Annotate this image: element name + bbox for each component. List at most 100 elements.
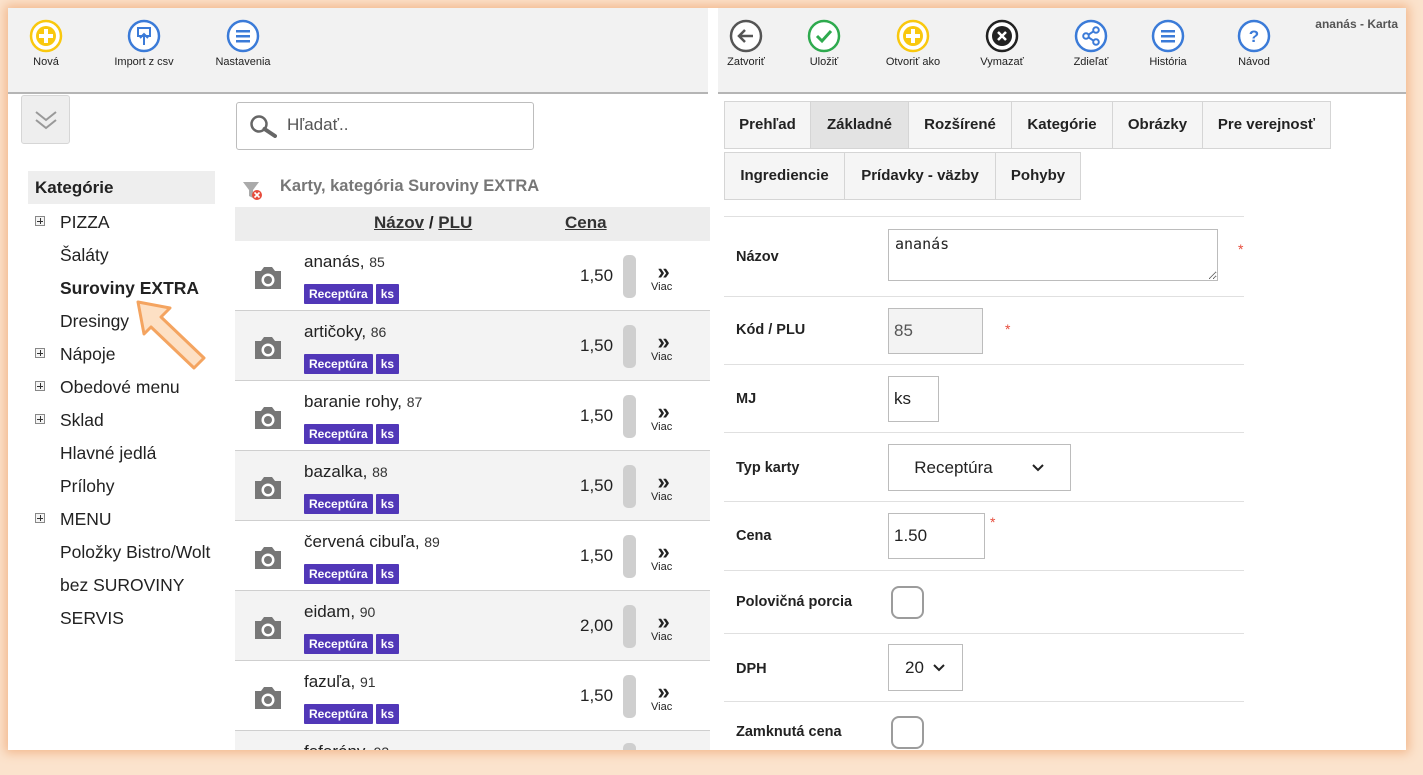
expand-plus-icon[interactable]: [35, 513, 45, 523]
more-label: Viac: [651, 421, 673, 433]
tab-zakladne[interactable]: Základné: [810, 101, 909, 149]
more-button[interactable]: » Viac: [651, 681, 672, 714]
help-button[interactable]: ? Návod: [1214, 19, 1294, 68]
camera-icon[interactable]: [252, 615, 284, 646]
open-as-button[interactable]: Otvoriť ako: [873, 19, 953, 68]
card-price: 1,50: [580, 406, 614, 425]
more-button[interactable]: » Viac: [651, 611, 672, 644]
search-input[interactable]: [287, 115, 522, 135]
form-row-price: Cena *: [724, 501, 1244, 570]
sidebar-category-item[interactable]: Obedové menu: [8, 371, 238, 403]
more-button[interactable]: » Viac: [651, 471, 672, 504]
tab-pridavky[interactable]: Prídavky - väzby: [844, 152, 996, 200]
more-button[interactable]: » Viac: [651, 261, 672, 294]
drag-handle[interactable]: [623, 255, 636, 298]
sidebar-category-item[interactable]: SERVIS: [8, 602, 238, 634]
more-button[interactable]: » Viac: [651, 331, 672, 364]
sidebar-category-item[interactable]: bez SUROVINY: [8, 569, 238, 601]
card-list-row[interactable]: ananás, 85 Receptúra ks 1,50 » Viac: [235, 241, 710, 311]
card-plu: 86: [370, 324, 387, 340]
drag-handle[interactable]: [623, 395, 636, 438]
camera-icon[interactable]: [252, 685, 284, 716]
card-badge: Receptúra: [304, 354, 373, 374]
sidebar-category-item[interactable]: Položky Bistro/Wolt: [8, 536, 238, 568]
half-portion-checkbox[interactable]: [891, 586, 924, 619]
share-button[interactable]: Zdieľať: [1051, 19, 1131, 68]
tab-kategorie[interactable]: Kategórie: [1011, 101, 1113, 149]
x-icon: [985, 19, 1019, 53]
card-plu: 91: [360, 674, 376, 690]
sort-plu-link[interactable]: PLU: [438, 213, 472, 232]
camera-icon[interactable]: [252, 405, 284, 436]
camera-icon[interactable]: [252, 475, 284, 506]
unit-field[interactable]: [888, 376, 939, 422]
sidebar-category-item[interactable]: Sklad: [8, 404, 238, 436]
sidebar-category-item[interactable]: MENU: [8, 503, 238, 535]
card-plu: 88: [372, 464, 388, 480]
delete-button[interactable]: Vymazať: [962, 19, 1042, 68]
settings-button[interactable]: Nastavenia: [203, 19, 283, 68]
camera-icon[interactable]: [252, 545, 284, 576]
card-price: 2,00: [580, 616, 614, 635]
card-list-row[interactable]: eidam, 90 Receptúra ks 2,00 » Viac: [235, 591, 710, 661]
card-list-row[interactable]: fazuľa, 91 Receptúra ks 1,50 » Viac: [235, 661, 710, 731]
card-list-row[interactable]: feferóny, 93: [235, 731, 710, 750]
tab-rozsirene[interactable]: Rozšírené: [908, 101, 1012, 149]
history-button[interactable]: História: [1128, 19, 1208, 68]
drag-handle[interactable]: [623, 325, 636, 368]
history-label: História: [1149, 56, 1187, 68]
card-price: 1,50: [580, 476, 614, 495]
close-button[interactable]: Zatvoriť: [706, 19, 786, 68]
camera-icon[interactable]: [252, 265, 284, 296]
card-badge: Receptúra: [304, 704, 373, 724]
code-label: Kód / PLU: [736, 322, 806, 338]
card-badges: Receptúra ks: [304, 634, 402, 654]
card-list-row[interactable]: baranie rohy, 87 Receptúra ks 1,50 » Viac: [235, 381, 710, 451]
double-chevron-right-icon: »: [657, 539, 669, 564]
expand-plus-icon[interactable]: [35, 348, 45, 358]
card-badge: ks: [375, 354, 400, 374]
name-field[interactable]: ananás: [888, 229, 1218, 281]
code-field[interactable]: [888, 308, 983, 354]
card-list-row[interactable]: artičoky, 86 Receptúra ks 1,50 » Viac: [235, 311, 710, 381]
sidebar-category-label: Obedové menu: [60, 377, 180, 397]
drag-handle[interactable]: [623, 743, 636, 750]
tab-pre-verejnost[interactable]: Pre verejnosť: [1202, 101, 1331, 149]
sidebar-category-item[interactable]: Prílohy: [8, 470, 238, 502]
collapse-sidebar-button[interactable]: [21, 95, 70, 144]
camera-icon[interactable]: [252, 335, 284, 366]
drag-handle[interactable]: [623, 465, 636, 508]
card-plu: 87: [406, 394, 423, 410]
tab-ingrediencie[interactable]: Ingrediencie: [724, 152, 845, 200]
save-button[interactable]: Uložiť: [784, 19, 864, 68]
expand-plus-icon[interactable]: [35, 216, 45, 226]
drag-handle[interactable]: [623, 605, 636, 648]
new-button[interactable]: Nová: [8, 19, 86, 68]
tab-pohyby[interactable]: Pohyby: [995, 152, 1081, 200]
card-type-select[interactable]: Receptúra: [888, 444, 1071, 491]
form-row-unit: MJ: [724, 364, 1244, 432]
drag-handle[interactable]: [623, 675, 636, 718]
header-separator: /: [428, 213, 434, 232]
more-button[interactable]: » Viac: [651, 401, 673, 434]
tab-prehlad[interactable]: Prehľad: [724, 101, 811, 149]
vat-select[interactable]: 20: [888, 644, 963, 691]
import-csv-button[interactable]: Import z csv: [104, 19, 184, 68]
card-badges: Receptúra ks: [304, 704, 402, 724]
expand-plus-icon[interactable]: [35, 381, 45, 391]
search-box[interactable]: [236, 102, 534, 150]
drag-handle[interactable]: [623, 535, 636, 578]
sidebar-category-item[interactable]: Hlavné jedlá: [8, 437, 238, 469]
pointer-arrow-icon: [136, 300, 206, 370]
sidebar-category-item[interactable]: PIZZA: [8, 206, 238, 238]
sort-price-link[interactable]: Cena: [565, 213, 607, 232]
price-field[interactable]: [888, 513, 985, 559]
card-list-row[interactable]: červená cibuľa, 89 Receptúra ks 1,50 » Viac: [235, 521, 710, 591]
tab-obrazky[interactable]: Obrázky: [1112, 101, 1203, 149]
expand-plus-icon[interactable]: [35, 414, 45, 424]
card-list-row[interactable]: bazalka, 88 Receptúra ks 1,50 » Viac: [235, 451, 710, 521]
sort-name-link[interactable]: Názov: [374, 213, 424, 232]
locked-price-checkbox[interactable]: [891, 716, 924, 749]
sidebar-category-item[interactable]: Šaláty: [8, 239, 238, 271]
more-button[interactable]: » Viac: [651, 539, 672, 574]
